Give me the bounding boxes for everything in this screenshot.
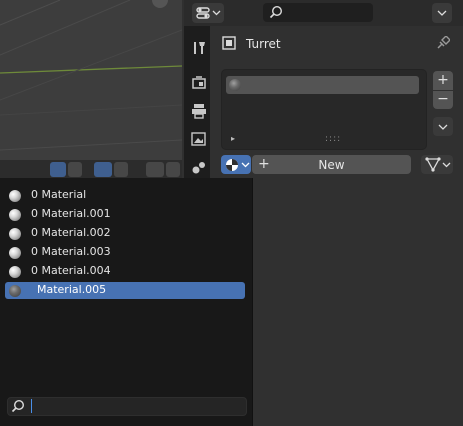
viewport-grid	[0, 0, 182, 151]
chevron-down-icon	[442, 162, 451, 168]
material-search-input[interactable]	[7, 397, 247, 416]
chevron-down-icon	[241, 162, 250, 168]
overlays-toggle-button[interactable]	[50, 162, 66, 177]
material-item[interactable]: 0 Material.001	[5, 206, 245, 223]
printer-icon	[192, 104, 206, 119]
tab-render[interactable]	[189, 73, 209, 93]
shading-dropdown-button[interactable]	[114, 162, 128, 177]
browse-material-button[interactable]	[221, 155, 251, 174]
material-item-label: 0 Material.001	[31, 207, 111, 220]
pin-icon[interactable]	[436, 36, 450, 50]
material-item[interactable]: 0 Material.004	[5, 263, 245, 280]
properties-search-input[interactable]	[263, 3, 373, 22]
gizmo-dropdown-button[interactable]	[166, 162, 180, 177]
material-preview-icon	[9, 209, 21, 221]
material-item[interactable]: 0 Material	[5, 187, 245, 204]
mesh-data-icon	[425, 157, 441, 172]
options-dropdown-button[interactable]	[432, 3, 452, 23]
chevron-down-icon	[437, 10, 447, 16]
new-material-label: New	[318, 158, 345, 172]
material-preview-icon	[9, 285, 21, 297]
search-icon	[269, 5, 283, 19]
search-icon	[11, 399, 25, 413]
chevron-down-icon	[438, 124, 448, 130]
gizmo-toggle-button[interactable]	[146, 162, 164, 177]
editor-type-button[interactable]	[192, 3, 224, 23]
3d-viewport[interactable]	[0, 0, 182, 160]
text-cursor	[31, 399, 32, 413]
remove-slot-button[interactable]: −	[433, 91, 453, 109]
material-sphere-icon	[226, 159, 238, 171]
material-item-selected[interactable]: Material.005	[5, 282, 245, 299]
tab-tool[interactable]	[189, 38, 209, 58]
material-item-label: 0 Material.004	[31, 264, 111, 277]
list-filter-expand-icon[interactable]: ▸	[231, 134, 235, 143]
material-preview-icon	[9, 247, 21, 259]
tab-output[interactable]	[189, 101, 209, 121]
material-preview-icon	[9, 228, 21, 240]
material-preview-icon	[9, 190, 21, 202]
list-resize-grip[interactable]: ::::	[325, 134, 341, 144]
slot-specials-menu-button[interactable]	[433, 117, 453, 136]
material-item[interactable]: 0 Material.002	[5, 225, 245, 242]
scene-icon	[192, 162, 205, 174]
material-preview-icon	[9, 266, 21, 278]
material-item[interactable]: 0 Material.003	[5, 244, 245, 261]
material-slot-icon	[229, 79, 241, 91]
shading-solid-button[interactable]	[94, 162, 112, 177]
image-icon	[191, 132, 206, 146]
overlays-dropdown-button[interactable]	[68, 162, 82, 177]
properties-editor-icon	[196, 7, 210, 19]
chevron-down-icon	[212, 10, 221, 16]
material-browser-popup: 0 Material 0 Material.001 0 Material.002…	[0, 178, 253, 426]
object-name: Turret	[246, 37, 281, 51]
material-item-label: 0 Material.002	[31, 226, 111, 239]
material-item-label: Material.005	[37, 283, 107, 296]
tab-view-layer[interactable]	[189, 129, 209, 149]
material-item-label: 0 Material.003	[31, 245, 111, 258]
material-slot-row[interactable]	[226, 76, 419, 94]
link-type-button[interactable]	[421, 155, 453, 174]
material-item-label: 0 Material	[31, 188, 87, 201]
wrench-screwdriver-icon	[194, 42, 205, 54]
object-icon	[222, 36, 236, 50]
tab-scene[interactable]	[189, 157, 209, 177]
render-icon	[192, 76, 206, 89]
add-slot-button[interactable]: +	[433, 71, 453, 90]
